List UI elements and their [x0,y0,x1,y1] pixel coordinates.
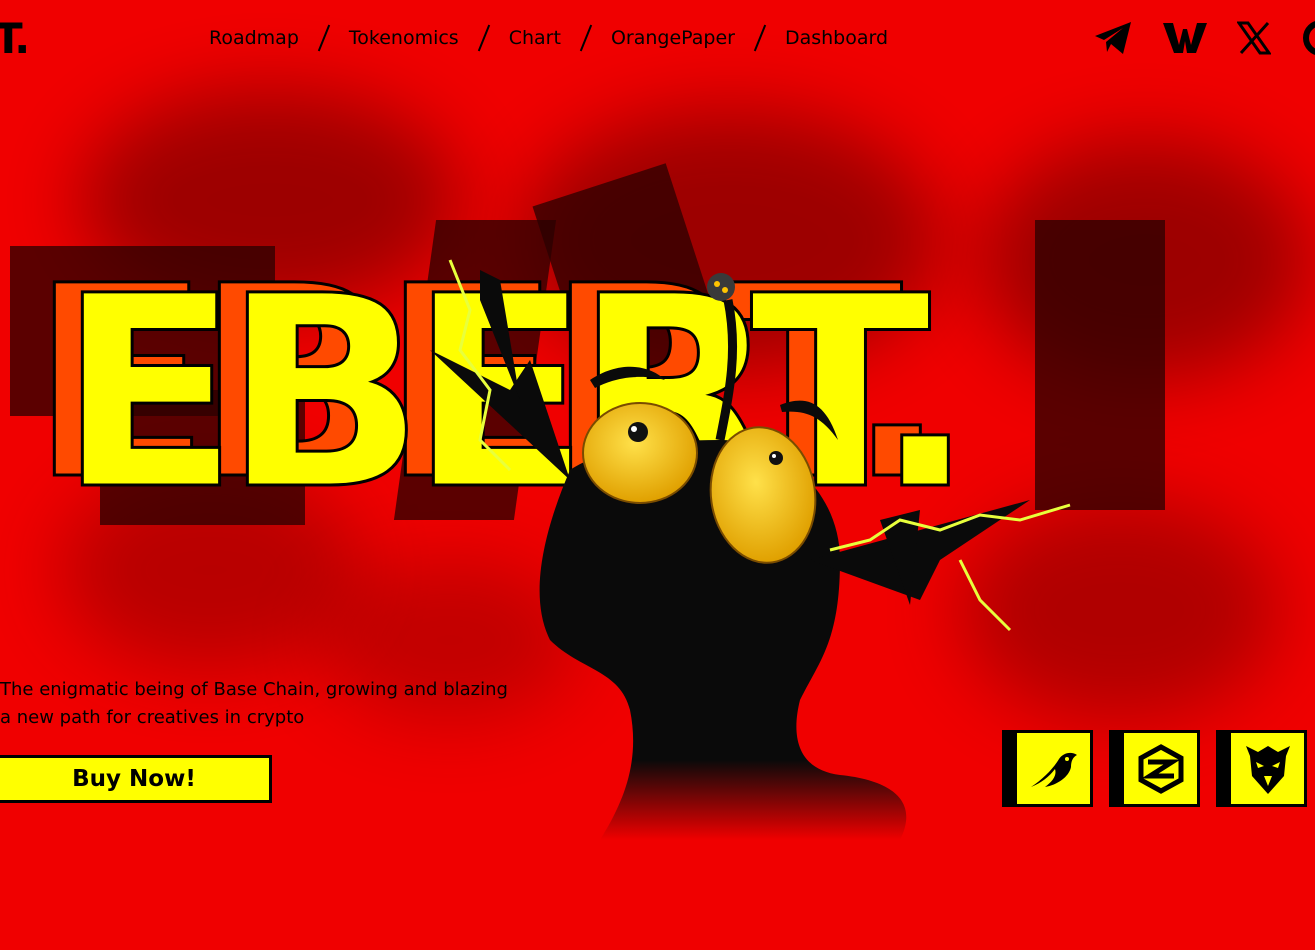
partner-links [1002,730,1307,807]
nav-link-chart[interactable]: Chart [509,27,561,49]
nav-separator [317,24,331,52]
eagle-logo-icon [1245,745,1290,794]
hero-tagline-line-2: a new path for creatives in crypto [0,707,305,728]
bird-logo-icon [1030,752,1077,787]
hero-tagline-line-1: The enigmatic being of Base Chain, growi… [0,679,508,700]
hexagon-logo-icon [1138,743,1183,794]
nav-link-tokenomics[interactable]: Tokenomics [349,27,459,49]
main-nav: Roadmap Tokenomics Chart OrangePaper Das… [209,24,888,52]
x-icon[interactable] [1236,21,1272,59]
brand-logo[interactable]: T. [0,14,30,63]
nav-link-dashboard[interactable]: Dashboard [785,27,888,49]
partial-circle-icon[interactable] [1301,20,1315,60]
nav-link-orangepaper[interactable]: OrangePaper [611,27,735,49]
ebert-mascot-illustration [430,259,1071,840]
partner-tile-bird[interactable] [1002,730,1093,807]
social-links [1093,20,1315,60]
nav-separator [477,24,490,52]
buy-now-button[interactable]: Buy Now! [0,755,272,803]
hero-tagline: The enigmatic being of Base Chain, growi… [0,676,600,732]
warpcast-icon[interactable] [1163,21,1207,59]
telegram-icon[interactable] [1093,20,1133,60]
partner-tile-hexagon[interactable] [1109,730,1200,807]
nav-separator [579,24,593,52]
nav-separator [753,24,767,52]
nav-link-roadmap[interactable]: Roadmap [209,27,299,49]
partner-tile-eagle[interactable] [1216,730,1307,807]
